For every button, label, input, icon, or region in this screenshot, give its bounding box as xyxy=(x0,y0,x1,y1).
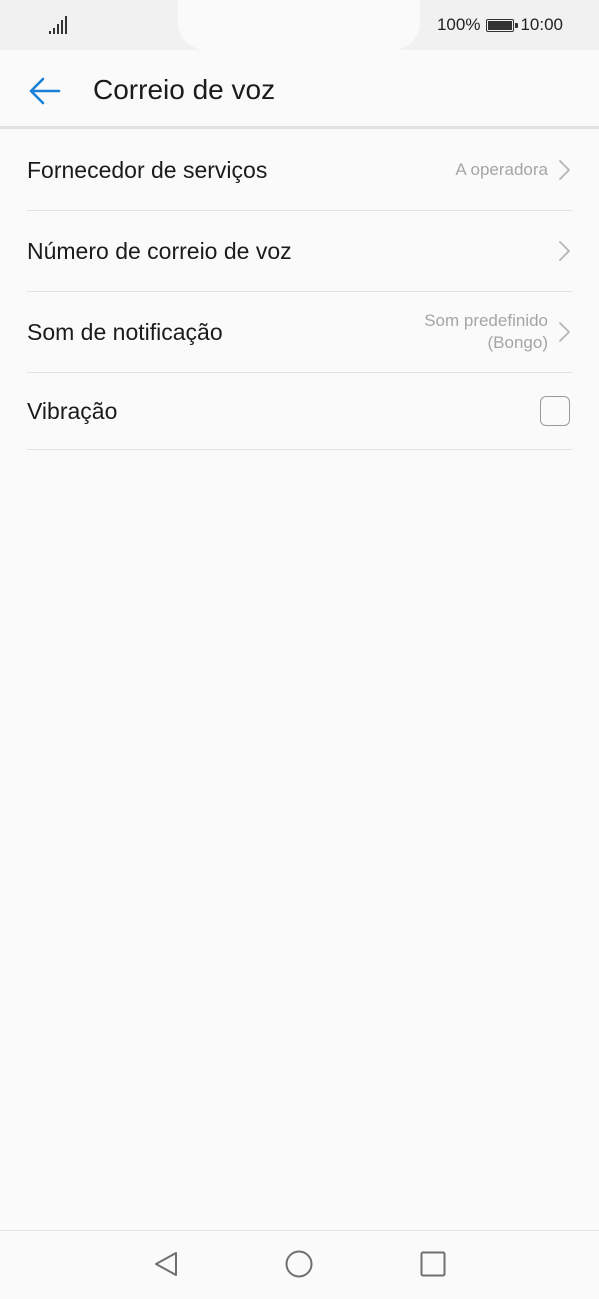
setting-label: Número de correio de voz xyxy=(27,237,292,264)
nav-back-button[interactable] xyxy=(151,1249,181,1279)
vibration-checkbox[interactable] xyxy=(540,396,570,426)
setting-voicemail-number[interactable]: Número de correio de voz xyxy=(27,211,572,292)
status-right: 100% 10:00 xyxy=(437,14,563,36)
setting-vibration[interactable]: Vibração xyxy=(27,373,572,450)
setting-service-provider[interactable]: Fornecedor de serviços A operadora xyxy=(27,130,572,211)
setting-label: Vibração xyxy=(27,397,118,424)
nav-back-icon xyxy=(155,1252,177,1276)
setting-label: Fornecedor de serviços xyxy=(27,156,268,183)
setting-notification-sound[interactable]: Som de notificação Som predefinido (Bong… xyxy=(27,292,572,373)
page-title: Correio de voz xyxy=(93,74,276,105)
nav-recents-icon xyxy=(420,1251,446,1277)
setting-value: A operadora xyxy=(455,160,548,179)
navigation-bar xyxy=(0,1230,599,1299)
setting-label: Som de notificação xyxy=(27,318,223,345)
battery-icon xyxy=(486,18,519,32)
status-bar: 100% 10:00 xyxy=(0,0,599,50)
settings-list: Fornecedor de serviços A operadora Númer… xyxy=(0,130,599,450)
nav-recents-button[interactable] xyxy=(418,1249,448,1279)
chevron-right-icon xyxy=(559,322,570,342)
app-bar: Correio de voz xyxy=(0,50,599,129)
camera-notch xyxy=(178,0,420,50)
battery-percent: 100% xyxy=(436,15,481,34)
arrow-back-icon xyxy=(29,77,61,105)
clock: 10:00 xyxy=(520,15,563,34)
signal-icon xyxy=(49,16,69,34)
setting-value-line2: (Bongo) xyxy=(487,333,548,352)
back-button[interactable] xyxy=(25,71,65,111)
nav-home-button[interactable] xyxy=(284,1249,314,1279)
chevron-right-icon xyxy=(559,241,570,261)
nav-home-icon xyxy=(285,1250,313,1278)
setting-value: Som predefinido (Bongo) xyxy=(424,310,548,354)
setting-value-line1: Som predefinido xyxy=(424,311,548,330)
chevron-right-icon xyxy=(559,160,570,180)
